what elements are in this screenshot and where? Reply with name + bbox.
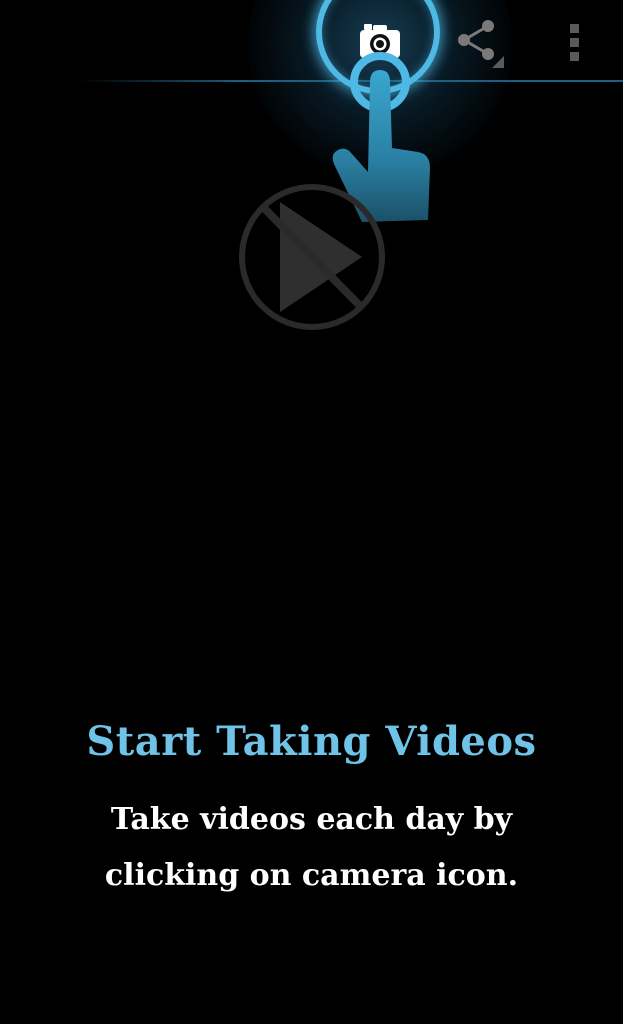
share-icon: [458, 20, 504, 68]
no-video-icon: [236, 184, 388, 334]
share-button[interactable]: [452, 18, 508, 70]
intro-description-line: Take videos each day by: [110, 802, 513, 837]
intro-description: Take videos each day by clicking on came…: [60, 792, 563, 904]
overflow-menu-button[interactable]: [560, 20, 590, 64]
intro-title: Start Taking Videos: [86, 718, 537, 765]
overflow-menu-icon: [570, 24, 579, 61]
intro-description-line: clicking on camera icon.: [104, 858, 519, 893]
